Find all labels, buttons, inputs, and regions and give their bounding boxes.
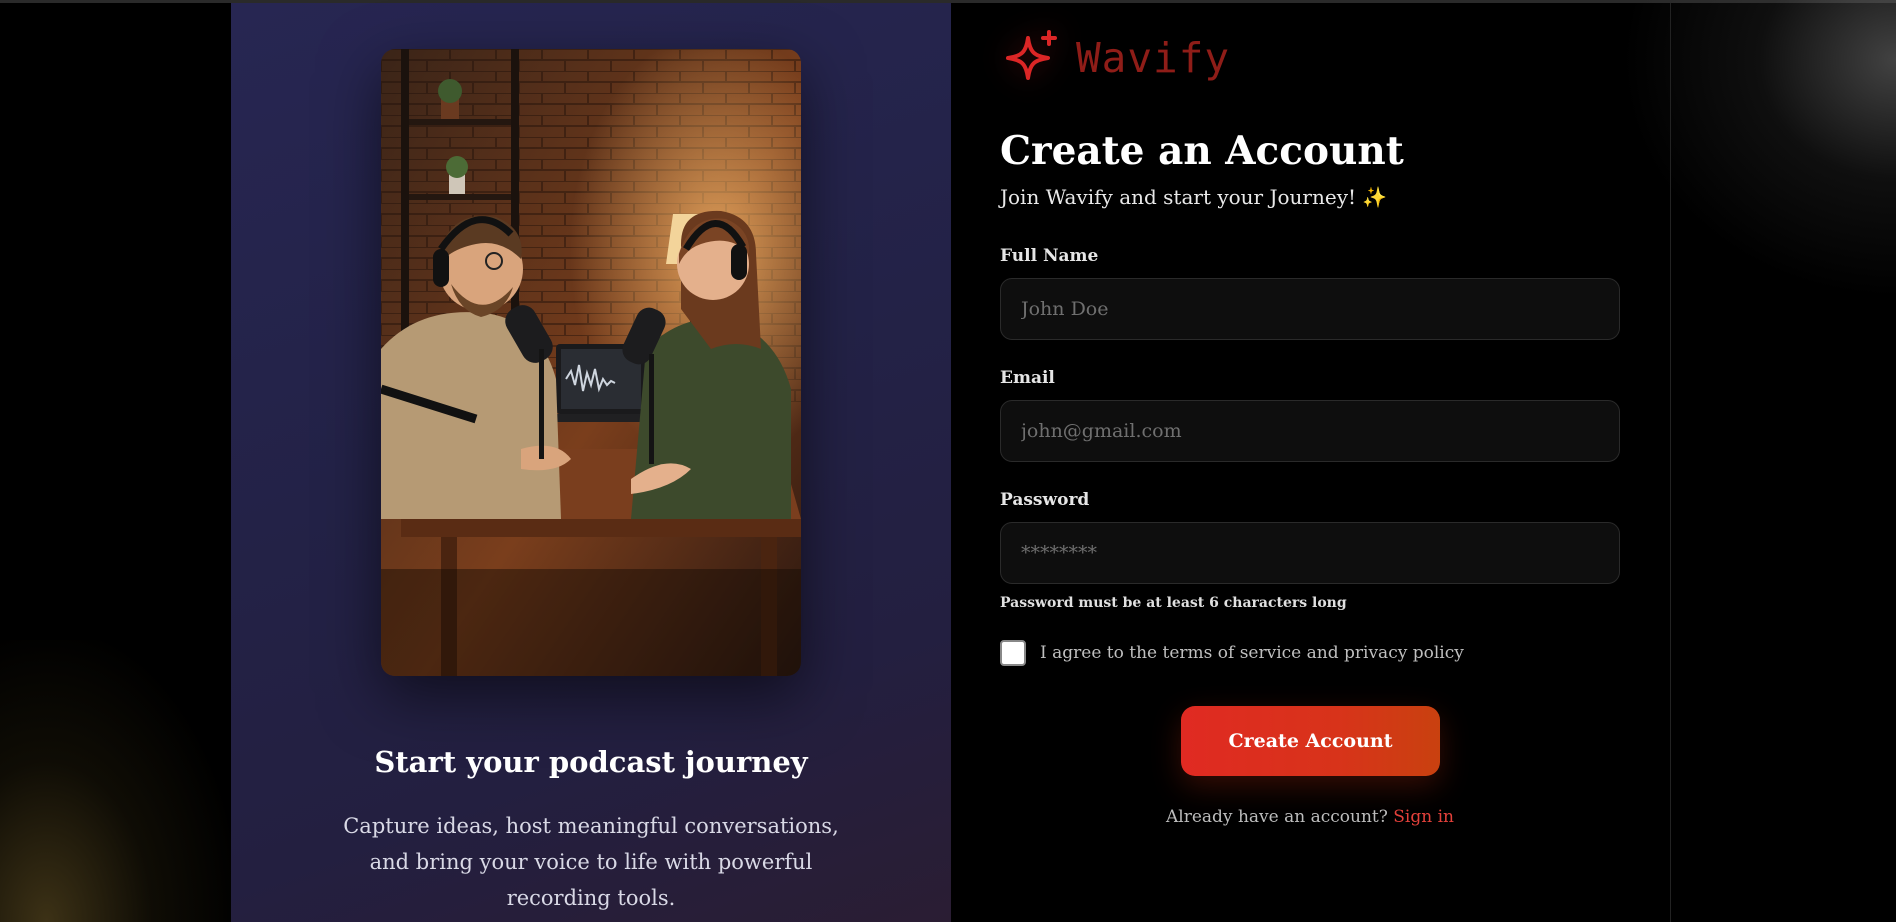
page-subtitle: Join Wavify and start your Journey! ✨	[1000, 185, 1387, 209]
full-name-input[interactable]	[1000, 278, 1620, 340]
panel-description: Capture ideas, host meaningful conversat…	[343, 814, 839, 910]
page-title: Create an Account	[1000, 128, 1404, 174]
brand-logo[interactable]: Wavify	[1002, 28, 1230, 88]
signin-prompt-text: Already have an account?	[1166, 807, 1388, 827]
create-account-button[interactable]: Create Account	[1181, 706, 1440, 776]
right-divider	[1670, 3, 1671, 922]
signin-link[interactable]: Sign in	[1393, 807, 1454, 827]
signup-form: Wavify Create an Account Join Wavify and…	[1000, 0, 1620, 922]
brand-name: Wavify	[1076, 34, 1231, 82]
sparkles-emoji: ✨	[1362, 185, 1388, 209]
background-glow-top-right	[1620, 0, 1896, 300]
terms-agreement: I agree to the terms of service and priv…	[1000, 640, 1464, 666]
email-label: Email	[1000, 368, 1055, 388]
password-label: Password	[1000, 490, 1090, 510]
password-hint: Password must be at least 6 characters l…	[1000, 595, 1347, 611]
terms-checkbox[interactable]	[1000, 640, 1026, 666]
password-input[interactable]	[1000, 522, 1620, 584]
panel-heading: Start your podcast journey	[374, 745, 808, 779]
podcast-hosts-photo	[381, 49, 801, 676]
terms-label[interactable]: I agree to the terms of service and priv…	[1040, 643, 1464, 663]
full-name-label: Full Name	[1000, 246, 1099, 266]
subtitle-text: Join Wavify and start your Journey!	[1000, 185, 1357, 209]
left-panel: Start your podcast journey Capture ideas…	[231, 3, 951, 922]
signin-prompt: Already have an account? Sign in	[1000, 807, 1620, 827]
background-glow-bottom-left	[0, 640, 232, 922]
email-input[interactable]	[1000, 400, 1620, 462]
sparkle-icon	[1006, 30, 1057, 80]
